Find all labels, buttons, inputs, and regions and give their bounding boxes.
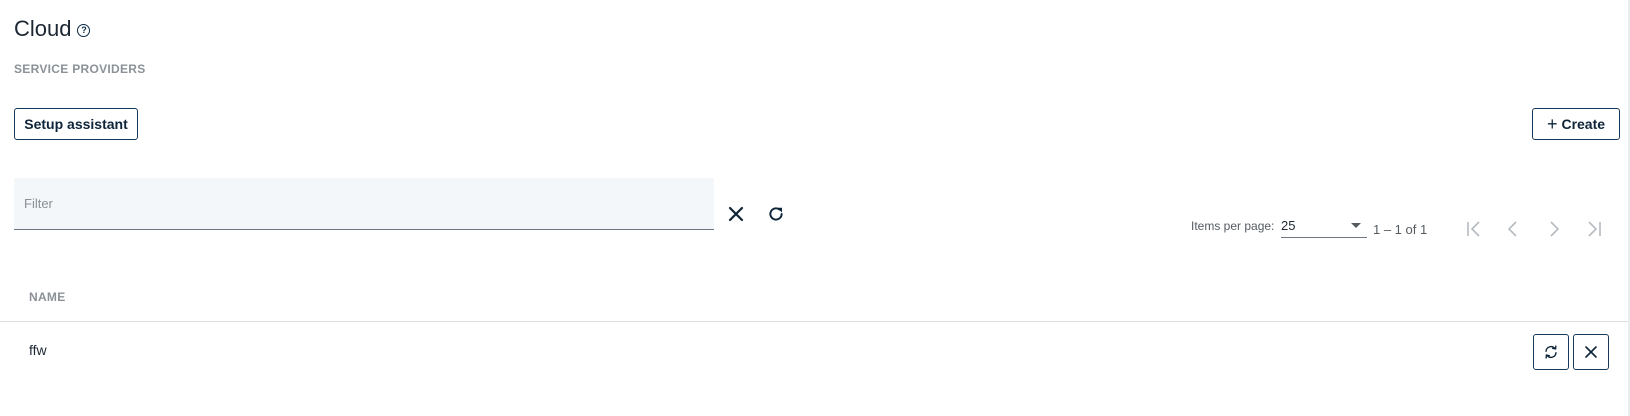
next-page-button[interactable] <box>1542 217 1566 241</box>
delete-button[interactable] <box>1573 334 1609 370</box>
items-per-page-label: Items per page: <box>1191 219 1275 233</box>
filter-field <box>14 178 714 230</box>
page-subtitle: SERVICE PROVIDERS <box>14 62 146 76</box>
setup-assistant-button[interactable]: Setup assistant <box>14 108 138 140</box>
first-page-button[interactable] <box>1462 217 1486 241</box>
help-circle-icon[interactable]: ? <box>77 24 91 37</box>
page-title-area: Cloud ? <box>14 16 91 42</box>
column-header-name[interactable]: NAME <box>29 290 66 304</box>
filter-input[interactable] <box>14 196 694 211</box>
items-per-page-select[interactable]: 25 <box>1281 216 1367 238</box>
items-per-page-value: 25 <box>1281 218 1296 233</box>
row-name-cell: ffw <box>29 342 47 358</box>
last-page-icon <box>1588 221 1601 237</box>
create-button[interactable]: + Create <box>1532 108 1620 140</box>
refresh-icon <box>769 207 783 221</box>
previous-page-button[interactable] <box>1501 217 1525 241</box>
previous-page-icon <box>1507 221 1517 237</box>
sync-button[interactable] <box>1533 334 1569 370</box>
pagination-range: 1 – 1 of 1 <box>1373 222 1428 237</box>
close-icon <box>728 206 744 222</box>
sync-icon <box>1545 345 1557 359</box>
close-icon <box>1585 346 1597 358</box>
refresh-button[interactable] <box>763 201 789 227</box>
create-button-label: Create <box>1561 116 1606 132</box>
next-page-icon <box>1550 221 1560 237</box>
page-title: Cloud <box>14 16 72 41</box>
first-page-icon <box>1467 221 1480 237</box>
last-page-button[interactable] <box>1582 217 1606 241</box>
plus-icon: + <box>1546 113 1558 134</box>
clear-filter-button[interactable] <box>723 201 749 227</box>
table-divider <box>0 321 1630 322</box>
dropdown-arrow-icon <box>1351 223 1361 228</box>
